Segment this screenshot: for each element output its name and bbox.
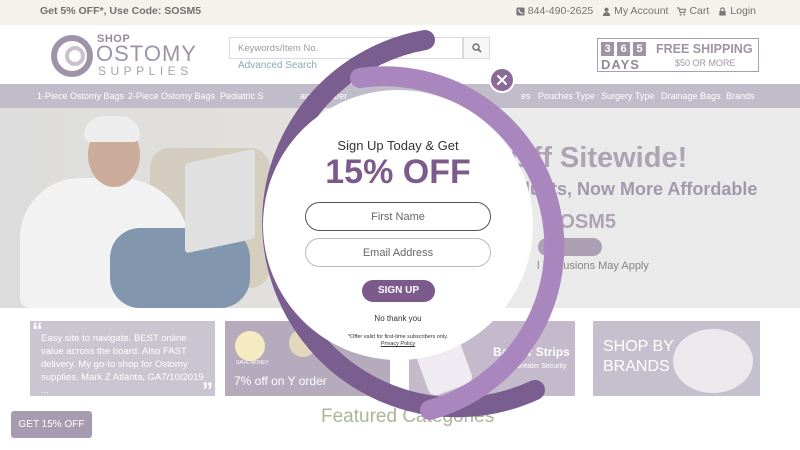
signup-button[interactable]: SIGN UP	[362, 280, 435, 302]
get-15-off-tab[interactable]: GET 15% OFF	[11, 411, 92, 438]
privacy-policy-link[interactable]: Privacy Policy	[360, 341, 436, 347]
modal-offer: 15% OFF	[325, 153, 471, 191]
close-icon	[497, 75, 507, 85]
first-name-field[interactable]	[305, 202, 491, 231]
offer-fine-print: *Offer valid for first-time subscribers …	[347, 334, 449, 340]
email-field[interactable]	[305, 238, 491, 267]
no-thanks-link[interactable]: No thank you	[340, 314, 456, 323]
modal-close-button[interactable]	[489, 67, 515, 93]
modal-kicker: Sign Up Today & Get	[337, 138, 459, 153]
